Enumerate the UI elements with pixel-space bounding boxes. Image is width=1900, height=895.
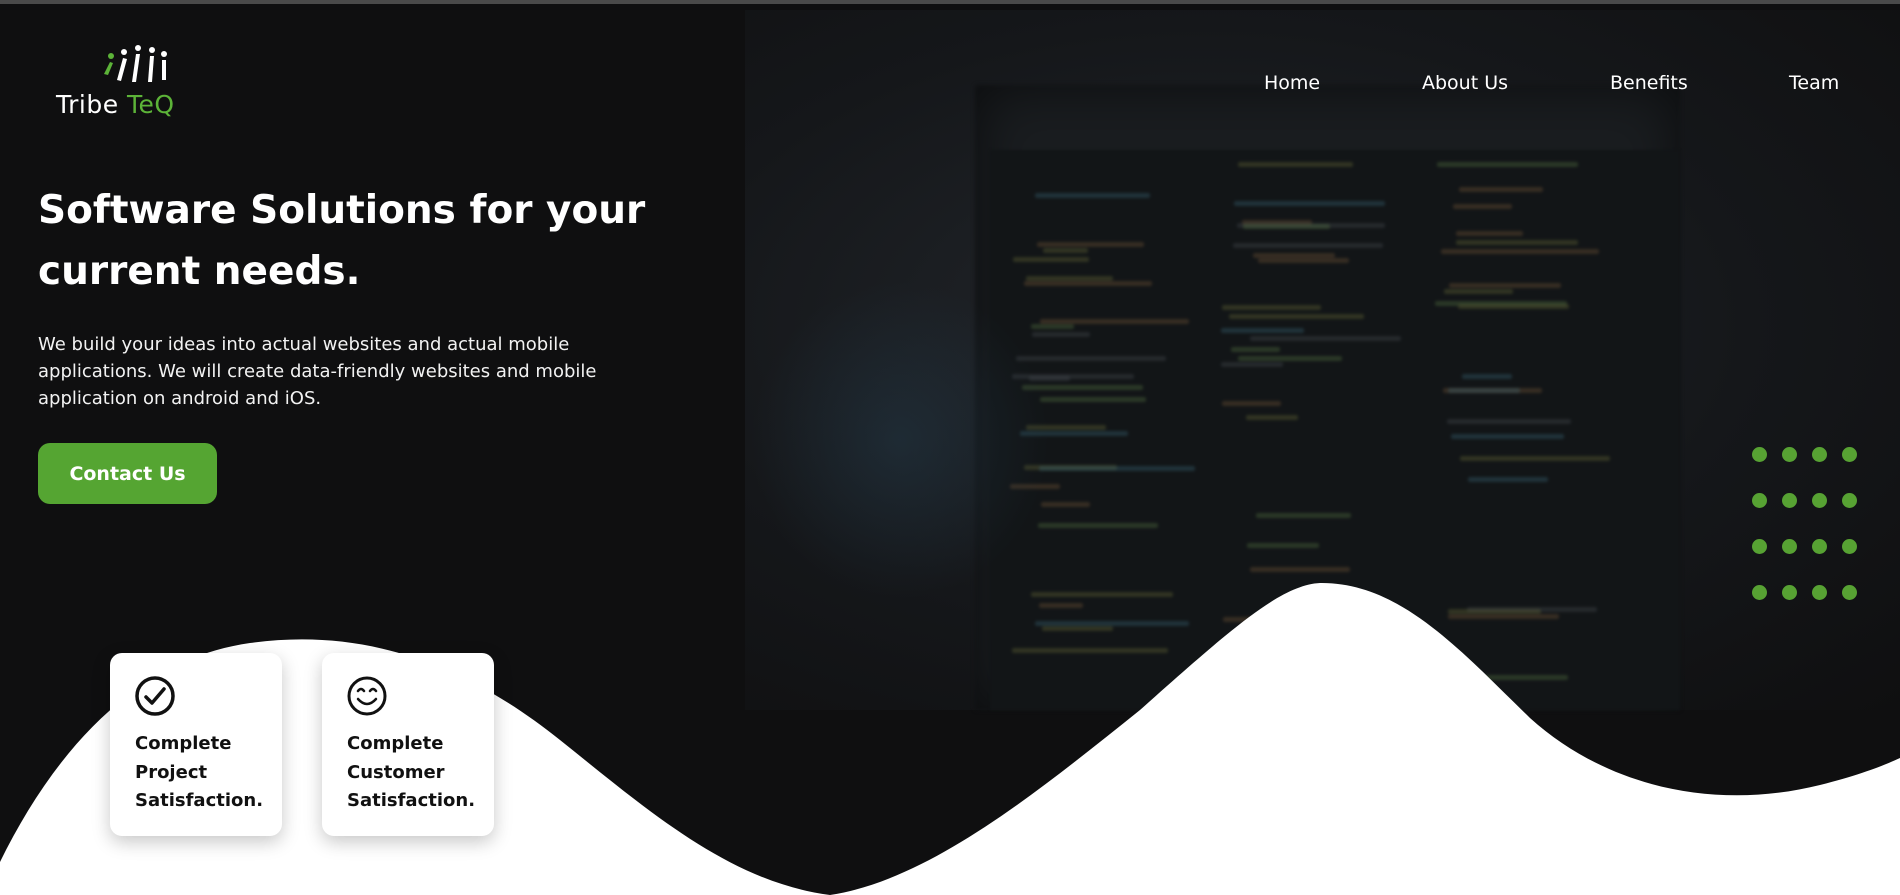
feature-card-project: Complete Project Satisfaction. — [110, 653, 282, 836]
wave-shape — [0, 582, 1900, 895]
feature-card-text: Complete Customer Satisfaction. — [347, 733, 476, 811]
check-circle-icon — [135, 676, 175, 716]
feature-card-text: Complete Project Satisfaction. — [135, 733, 264, 811]
feature-card-customer: Complete Customer Satisfaction. — [322, 653, 494, 836]
smiley-face-icon — [347, 676, 387, 716]
